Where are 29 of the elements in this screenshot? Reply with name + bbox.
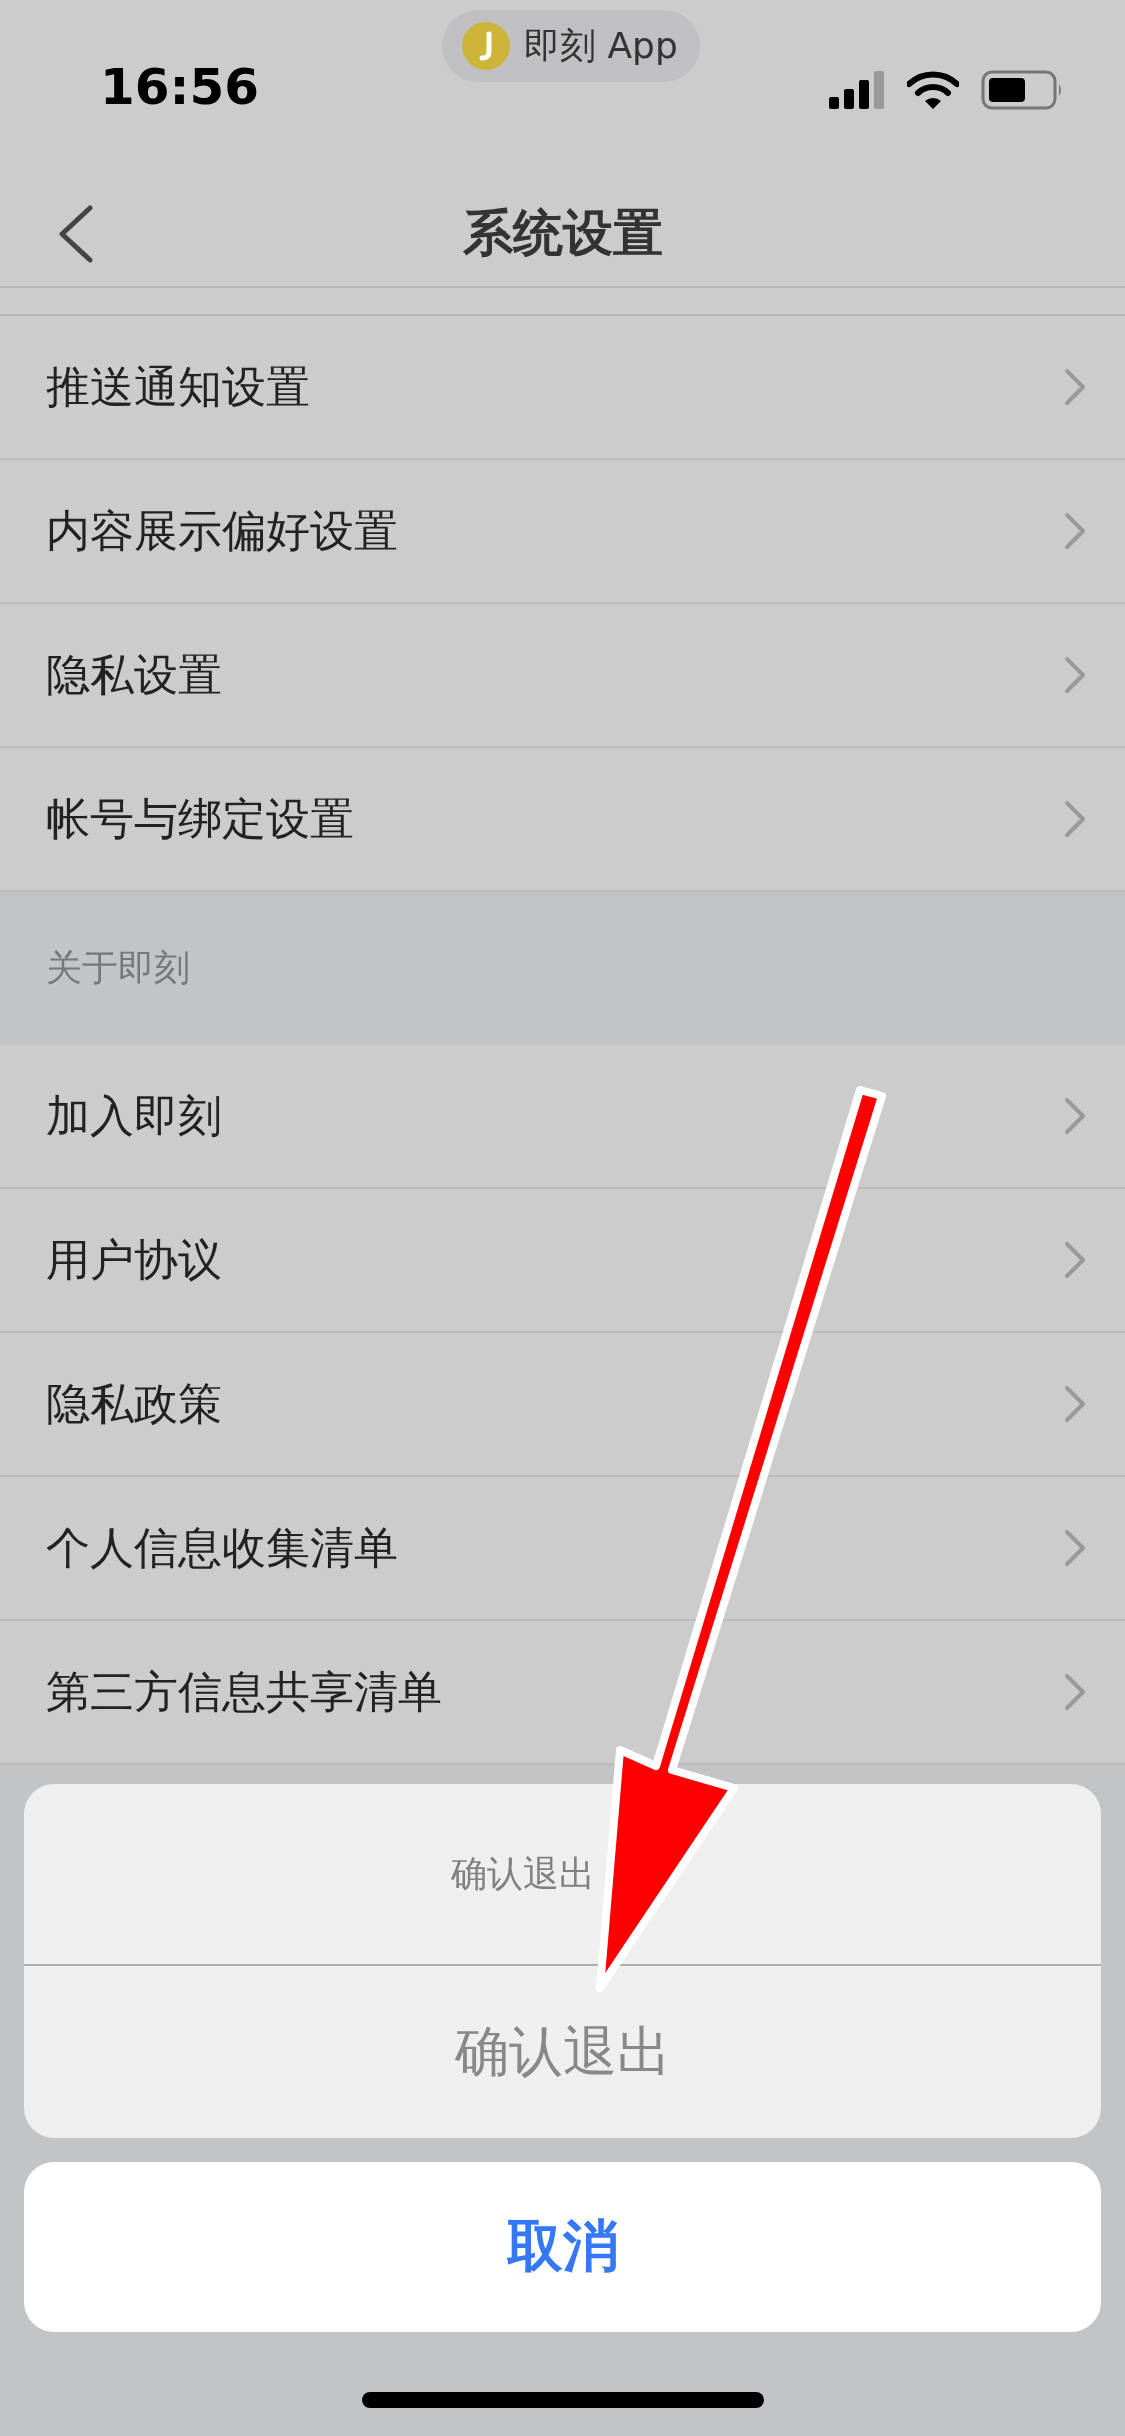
app-logo-icon [462,22,510,70]
app-pill[interactable]: 即刻 App [442,10,700,82]
chevron-right-icon [1063,799,1087,839]
battery-icon [981,70,1063,110]
settings-row[interactable]: 用户协议 [0,1189,1125,1333]
settings-row[interactable]: 第三方信息共享清单 [0,1621,1125,1765]
chevron-right-icon [1063,655,1087,695]
sheet-title: 确认退出 [450,1851,595,1896]
settings-row[interactable]: 帐号与绑定设置 [0,748,1125,892]
chevron-right-icon [1063,1528,1087,1568]
chevron-right-icon [1063,1096,1087,1136]
chevron-right-icon [1063,1672,1087,1712]
chevron-right-icon [1063,511,1087,551]
signal-icon [829,71,885,109]
section-header: 关于即刻 [46,946,190,990]
settings-row[interactable]: 隐私设置 [0,604,1125,748]
wifi-icon [907,71,959,109]
settings-row[interactable]: 隐私政策 [0,1333,1125,1477]
chevron-right-icon [1063,1240,1087,1280]
settings-row[interactable]: 推送通知设置 [0,316,1125,460]
settings-row[interactable]: 加入即刻 [0,1045,1125,1189]
settings-row[interactable]: 个人信息收集清单 [0,1477,1125,1621]
settings-row[interactable]: 内容展示偏好设置 [0,460,1125,604]
chevron-right-icon [1063,367,1087,407]
cancel-button[interactable]: 取消 [24,2162,1101,2332]
page-title: 系统设置 [462,202,663,264]
chevron-right-icon [1063,1384,1087,1424]
status-time: 16:56 [100,58,260,116]
back-icon[interactable] [56,204,96,264]
